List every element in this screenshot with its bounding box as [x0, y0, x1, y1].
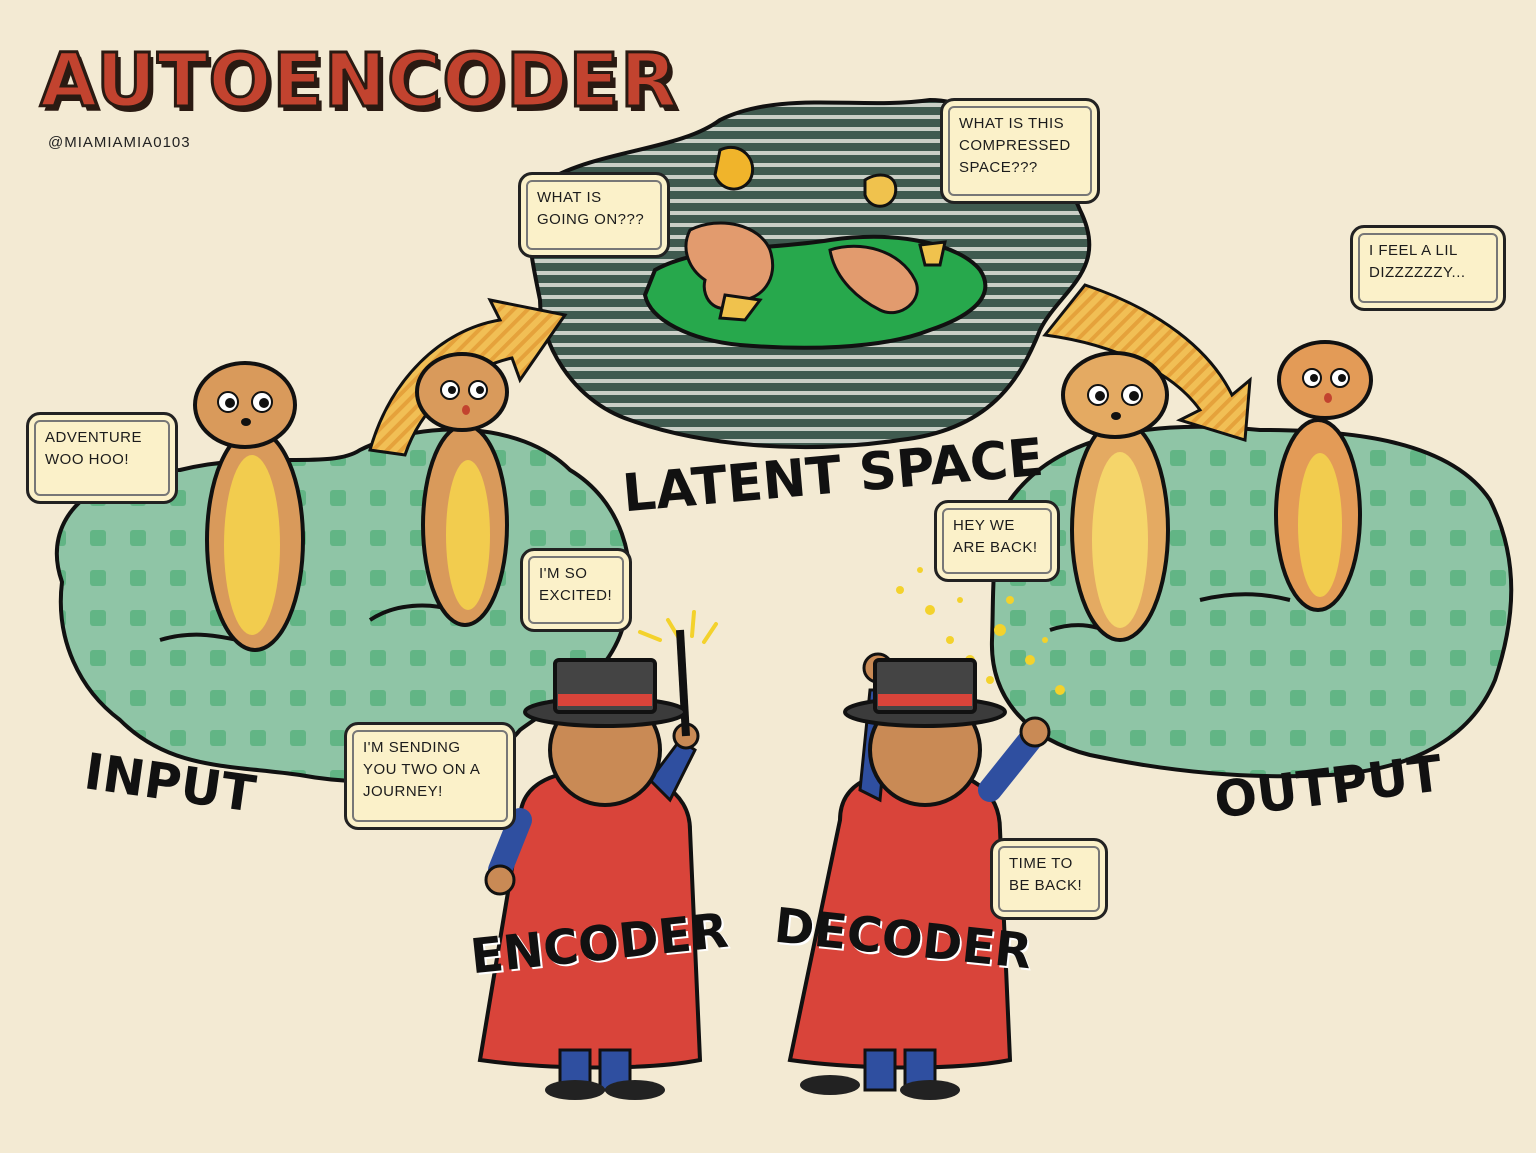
speech-bubble-adventure: ADVENTURE WOO HOO!: [26, 412, 178, 504]
speech-bubble-back: HEY WE ARE BACK!: [934, 500, 1060, 582]
bubble-line: DIZZZZZZY...: [1369, 263, 1466, 281]
author-handle: @MIAMIAMIA0103: [48, 134, 191, 151]
bubble-line: COMPRESSED: [959, 136, 1071, 154]
speech-bubble-sending: I'M SENDING YOU TWO ON A JOURNEY!: [344, 722, 516, 830]
bubble-line: WHAT IS THIS: [959, 115, 1065, 132]
bubble-line: ADVENTURE: [45, 429, 143, 446]
autoencoder-illustration: [55, 97, 1514, 1100]
speech-bubble-excited: I'M SO EXCITED!: [520, 548, 632, 632]
speech-bubble-dizzy: I FEEL A LIL DIZZZZZZY...: [1350, 225, 1506, 311]
bubble-line: GOING ON???: [537, 210, 645, 228]
speech-bubble-going-on: WHAT IS GOING ON???: [518, 172, 670, 258]
speech-bubble-time: TIME TO BE BACK!: [990, 838, 1108, 920]
bubble-line: SPACE???: [959, 158, 1038, 176]
bubble-line: I'M SO: [539, 565, 588, 582]
speech-bubble-compressed: WHAT IS THIS COMPRESSED SPACE???: [940, 98, 1100, 204]
page-title: AUTOENCODER: [38, 38, 679, 124]
bubble-line: BE BACK!: [1009, 876, 1083, 894]
bubble-line: WHAT IS: [537, 189, 602, 206]
bubble-line: HEY WE: [953, 517, 1015, 534]
bubble-line: I'M SENDING: [363, 739, 461, 756]
bubble-line: YOU TWO ON A: [363, 760, 481, 778]
bubble-line: I FEEL A LIL: [1369, 242, 1458, 259]
bubble-line: EXCITED!: [539, 586, 613, 604]
bubble-line: WOO HOO!: [45, 450, 129, 468]
bubble-line: JOURNEY!: [363, 782, 443, 800]
bubble-line: ARE BACK!: [953, 538, 1038, 556]
bubble-line: TIME TO: [1009, 855, 1073, 872]
output-island: [989, 424, 1514, 779]
